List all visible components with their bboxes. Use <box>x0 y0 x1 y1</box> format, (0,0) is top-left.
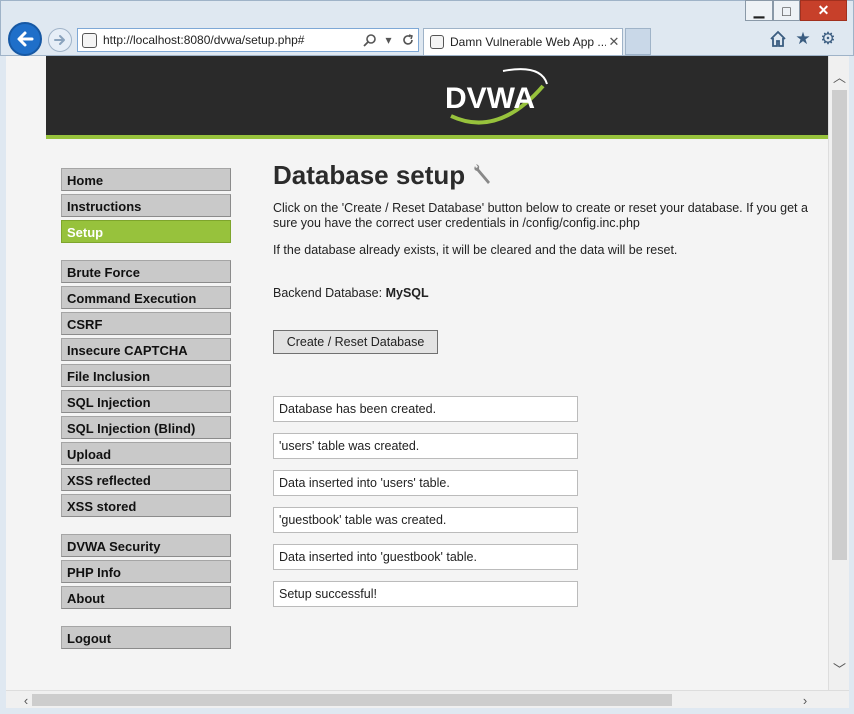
page-margin <box>6 56 46 690</box>
tab-dvwa[interactable]: Damn Vulnerable Web App ... ✕ <box>423 28 623 55</box>
page-body: Home Instructions Setup Brute Force Command … <box>46 143 828 690</box>
setup-message: 'guestbook' table was created. <box>273 507 578 533</box>
backend-value: MySQL <box>385 286 429 300</box>
vertical-scrollbar[interactable]: ︿ ﹀ <box>828 56 849 690</box>
setup-message: Setup successful! <box>273 581 578 607</box>
forward-arrow-icon <box>54 35 65 45</box>
menu-item-dvwa-security[interactable]: DVWA Security <box>61 534 231 557</box>
reset-note: If the database already exists, it will … <box>273 243 678 257</box>
tab-title: Damn Vulnerable Web App ... <box>450 35 606 49</box>
menu-item-about[interactable]: About <box>61 586 231 609</box>
menu-item-xss-stored[interactable]: XSS stored <box>61 494 231 517</box>
window-bottom-edge <box>0 708 854 714</box>
dvwa-header: DVWA <box>46 56 828 139</box>
menu-item-insecure-captcha[interactable]: Insecure CAPTCHA <box>61 338 231 361</box>
vertical-scroll-thumb[interactable] <box>832 90 847 560</box>
menu-item-setup[interactable]: Setup <box>61 220 231 243</box>
menu-item-home[interactable]: Home <box>61 168 231 191</box>
menu-item-file-inclusion[interactable]: File Inclusion <box>61 364 231 387</box>
tab-close-icon[interactable]: ✕ <box>606 34 622 50</box>
menu-item-sql-injection-blind[interactable]: SQL Injection (Blind) <box>61 416 231 439</box>
scroll-right-icon[interactable]: › <box>795 691 815 709</box>
horizontal-scroll-thumb[interactable] <box>32 694 672 706</box>
setup-message: Database has been created. <box>273 396 578 422</box>
menu-separator <box>61 246 231 260</box>
scroll-down-icon[interactable]: ﹀ <box>829 658 849 678</box>
setup-message: Data inserted into 'guestbook' table. <box>273 544 578 570</box>
close-window-button[interactable]: ✕ <box>800 0 847 21</box>
wrench-icon <box>474 164 491 184</box>
dvwa-logo: DVWA <box>445 68 548 125</box>
backend-database: Backend Database: MySQL <box>273 286 833 300</box>
browser-viewport: DVWA Home Instructions Setup Brute Force Com… <box>6 56 849 690</box>
forward-button[interactable] <box>48 28 72 52</box>
menu-item-php-info[interactable]: PHP Info <box>61 560 231 583</box>
setup-message: 'users' table was created. <box>273 433 578 459</box>
intro-line-2: sure you have the correct user credentia… <box>273 216 640 230</box>
menu-separator <box>61 612 231 626</box>
setup-messages: Database has been created. 'users' table … <box>273 396 833 607</box>
setup-message: Data inserted into 'users' table. <box>273 470 578 496</box>
refresh-icon[interactable] <box>399 32 416 49</box>
back-arrow-icon <box>17 31 34 47</box>
intro-paragraph: Click on the 'Create / Reset Database' b… <box>273 201 833 231</box>
menu-item-csrf[interactable]: CSRF <box>61 312 231 335</box>
main-menu: Home Instructions Setup Brute Force Command … <box>61 168 231 652</box>
dropdown-icon[interactable]: ▾ <box>380 32 397 49</box>
tab-page-icon <box>430 35 444 49</box>
url-text[interactable]: http://localhost:8080/dvwa/setup.php# <box>103 33 361 47</box>
backend-label: Backend Database: <box>273 286 383 300</box>
scroll-up-icon[interactable]: ︿ <box>829 66 849 86</box>
new-tab-button[interactable] <box>625 28 651 55</box>
menu-item-xss-reflected[interactable]: XSS reflected <box>61 468 231 491</box>
minimize-button[interactable]: ▁ <box>745 0 773 21</box>
home-icon[interactable] <box>768 29 788 49</box>
menu-item-command-execution[interactable]: Command Execution <box>61 286 231 309</box>
back-button[interactable] <box>8 22 42 56</box>
page-icon <box>82 32 97 48</box>
star-icon[interactable]: ★ <box>793 29 813 49</box>
menu-item-instructions[interactable]: Instructions <box>61 194 231 217</box>
logo-text: DVWA <box>445 82 535 115</box>
menu-item-brute-force[interactable]: Brute Force <box>61 260 231 283</box>
create-reset-database-button[interactable]: Create / Reset Database <box>273 330 438 354</box>
menu-item-logout[interactable]: Logout <box>61 626 231 649</box>
address-bar[interactable]: http://localhost:8080/dvwa/setup.php# ▾ <box>77 28 419 52</box>
menu-item-sql-injection[interactable]: SQL Injection <box>61 390 231 413</box>
gear-icon[interactable]: ⚙ <box>818 29 838 49</box>
intro-line-1: Click on the 'Create / Reset Database' b… <box>273 201 808 215</box>
menu-separator <box>61 520 231 534</box>
horizontal-scrollbar[interactable]: ‹ › <box>6 690 849 708</box>
page-title: Database setup <box>273 159 466 190</box>
menu-item-upload[interactable]: Upload <box>61 442 231 465</box>
main-content: Database setup Click on the 'Create / Re… <box>273 157 833 618</box>
search-icon[interactable] <box>361 32 378 49</box>
maximize-button[interactable]: □ <box>773 0 800 21</box>
